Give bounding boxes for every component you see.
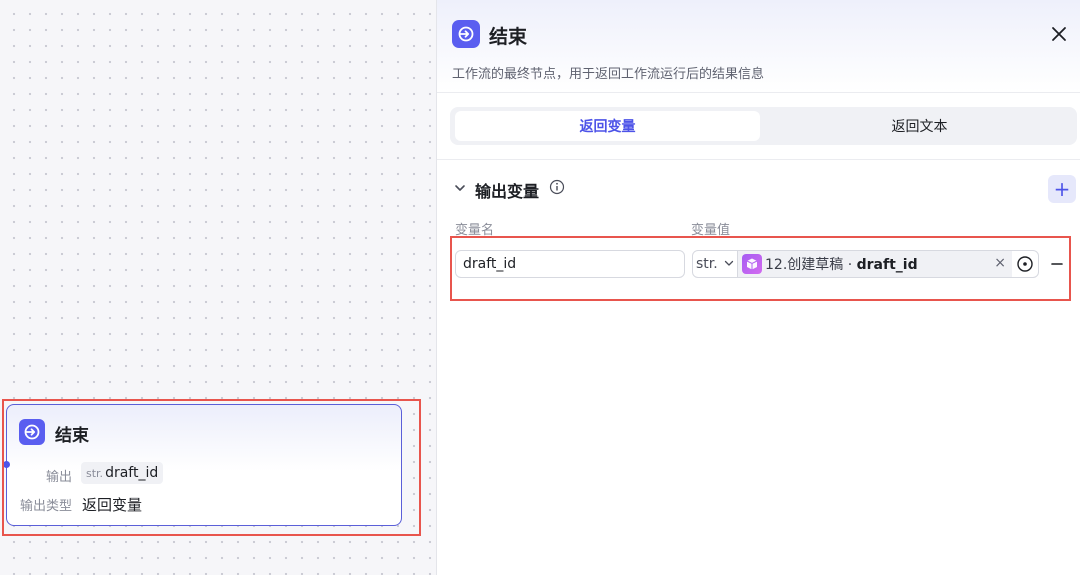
node-title: 结束 xyxy=(55,426,89,446)
minus-icon[interactable] xyxy=(1048,255,1066,273)
output-var-name: draft_id xyxy=(105,465,159,481)
cube-icon xyxy=(742,254,762,274)
info-icon[interactable] xyxy=(549,179,565,199)
chevron-down-icon[interactable] xyxy=(453,180,467,199)
variable-reference[interactable]: 12.创建草稿 · draft_id × xyxy=(737,251,1012,277)
variable-value-field: str. 12.创建草稿 · draft_id × xyxy=(692,250,1039,278)
end-node-icon xyxy=(452,20,480,48)
node-output-kind-value: 返回变量 xyxy=(82,496,143,514)
target-icon[interactable] xyxy=(1015,254,1035,274)
type-select[interactable]: str. xyxy=(693,251,740,277)
type-select-value: str. xyxy=(696,256,718,272)
panel-title: 结束 xyxy=(489,26,528,48)
end-node-icon xyxy=(19,419,45,445)
tab-return-text[interactable]: 返回文本 xyxy=(767,111,1072,141)
type-tag: str. xyxy=(86,466,104,480)
mode-tabs: 返回变量 返回文本 xyxy=(450,107,1077,145)
column-header-value: 变量值 xyxy=(691,223,731,238)
node-output-tag: str. draft_id xyxy=(81,462,164,484)
node-output-kind-label: 输出类型 xyxy=(20,499,73,514)
reference-variable: draft_id xyxy=(856,257,918,273)
panel-description: 工作流的最终节点，用于返回工作流运行后的结果信息 xyxy=(452,67,765,82)
node-config-panel: 结束 工作流的最终节点，用于返回工作流运行后的结果信息 返回变量 返回文本 输出… xyxy=(436,0,1080,575)
section-title: 输出变量 xyxy=(475,182,540,201)
reference-text: 12.创建草稿 · draft_id xyxy=(765,254,918,274)
reference-separator: · xyxy=(843,257,857,273)
chevron-down-icon xyxy=(724,256,734,272)
plus-icon[interactable]: + xyxy=(1048,175,1076,203)
close-icon[interactable] xyxy=(1049,24,1069,44)
panel-header: 结束 工作流的最终节点，用于返回工作流运行后的结果信息 xyxy=(437,0,1080,93)
divider xyxy=(437,159,1080,160)
node-output-label: 输出 xyxy=(46,470,73,485)
end-node-card[interactable]: 结束 输出 str. draft_id 输出类型 返回变量 xyxy=(3,404,402,526)
tab-return-variable[interactable]: 返回变量 xyxy=(455,111,760,141)
column-header-name: 变量名 xyxy=(455,223,495,238)
reference-node: 12.创建草稿 xyxy=(765,257,844,273)
clear-reference-icon[interactable]: × xyxy=(994,255,1006,271)
variable-name-input[interactable] xyxy=(455,250,685,278)
node-input-port[interactable] xyxy=(3,461,10,468)
